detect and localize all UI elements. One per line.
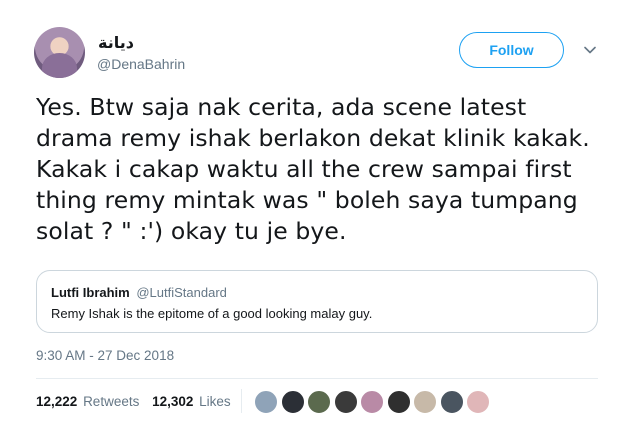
chevron-down-icon[interactable] bbox=[584, 44, 596, 56]
author-avatar[interactable] bbox=[34, 27, 85, 78]
quoted-tweet[interactable]: Lutfi Ibrahim @LutfiStandard Remy Ishak … bbox=[36, 270, 598, 333]
liker-avatar[interactable] bbox=[359, 389, 385, 415]
tweet-text: Yes. Btw saja nak cerita, ada scene late… bbox=[36, 93, 590, 245]
tweet-header: ديانة @DenaBahrin Follow bbox=[34, 27, 604, 78]
likes-count: 12,302 bbox=[152, 394, 194, 409]
quoted-tweet-header: Lutfi Ibrahim @LutfiStandard bbox=[51, 285, 227, 300]
retweets-count: 12,222 bbox=[36, 394, 78, 409]
quoted-tweet-text: Remy Ishak is the epitome of a good look… bbox=[51, 306, 373, 321]
liker-avatar[interactable] bbox=[253, 389, 279, 415]
liker-avatar[interactable] bbox=[279, 389, 306, 415]
quoted-author-name: Lutfi Ibrahim bbox=[51, 285, 130, 300]
retweets-stat[interactable]: 12,222 Retweets bbox=[36, 394, 143, 409]
liker-avatar[interactable] bbox=[412, 389, 438, 415]
liker-avatar[interactable] bbox=[332, 389, 359, 415]
follow-button[interactable]: Follow bbox=[459, 32, 564, 68]
author-display-name[interactable]: ديانة bbox=[98, 33, 134, 53]
liker-avatar[interactable] bbox=[465, 389, 491, 415]
likes-label: Likes bbox=[199, 394, 231, 409]
liker-avatar[interactable] bbox=[306, 389, 332, 415]
divider bbox=[36, 378, 598, 379]
tweet-timestamp[interactable]: 9:30 AM - 27 Dec 2018 bbox=[36, 348, 174, 363]
author-handle[interactable]: @DenaBahrin bbox=[97, 56, 185, 72]
stats-separator bbox=[241, 389, 242, 413]
tweet-stats: 12,222 Retweets 12,302 Likes bbox=[36, 394, 231, 409]
quoted-author-handle: @LutfiStandard bbox=[136, 285, 227, 300]
avatar-scarf bbox=[42, 53, 77, 78]
retweets-label: Retweets bbox=[83, 394, 140, 409]
liker-avatar[interactable] bbox=[438, 389, 465, 415]
liker-avatar[interactable] bbox=[385, 389, 412, 415]
likes-stat[interactable]: 12,302 Likes bbox=[152, 394, 231, 409]
